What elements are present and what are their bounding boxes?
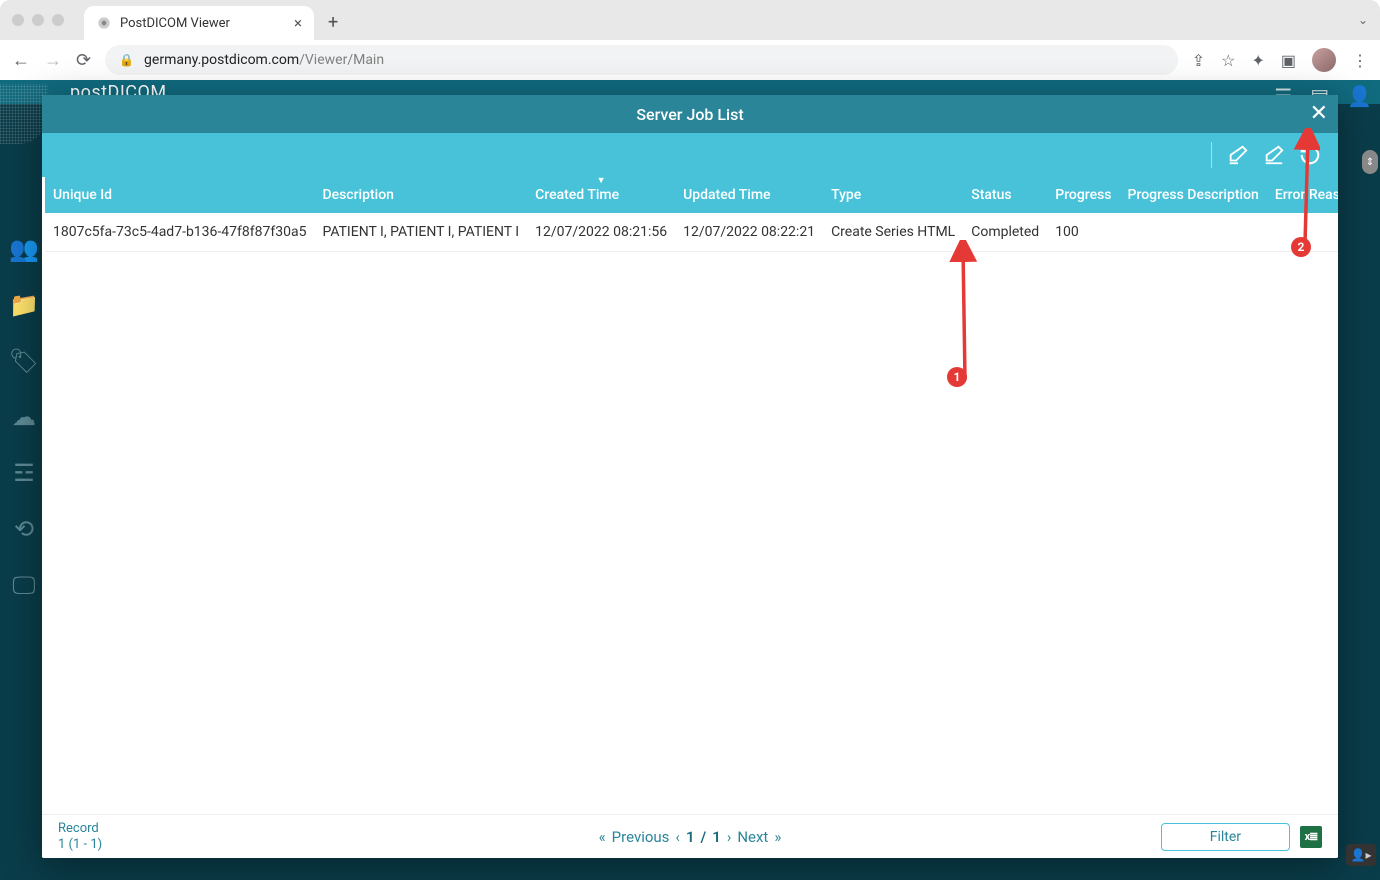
sidebar-tags-icon[interactable]: 🏷: [9, 347, 39, 375]
browser-chrome: PostDICOM Viewer × + ⌄ ← → ⟳ 🔒 germany.p…: [0, 0, 1380, 81]
cell-status: Completed: [963, 213, 1047, 252]
eraser-one-icon[interactable]: [1222, 139, 1254, 171]
page-sep: /: [701, 828, 707, 846]
modal-title: Server Job List: [636, 105, 743, 124]
col-progress[interactable]: Progress: [1047, 177, 1119, 213]
forward-button[interactable]: →: [44, 50, 62, 71]
extensions-icon[interactable]: ✦: [1251, 51, 1264, 70]
cell-updated-time: 12/07/2022 08:22:21: [675, 213, 823, 252]
share-icon[interactable]: ⇪: [1192, 51, 1205, 70]
back-button[interactable]: ←: [12, 50, 30, 71]
sidebar-upload-icon[interactable]: ☁: [12, 403, 36, 431]
server-job-list-modal: Server Job List ✕ Unique Id Description …: [42, 95, 1338, 858]
url-text: germany.postdicom.com/Viewer/Main: [144, 52, 384, 68]
col-updated-time[interactable]: Updated Time: [675, 177, 823, 213]
window-minimize-button[interactable]: [32, 14, 44, 26]
browser-nav-bar: ← → ⟳ 🔒 germany.postdicom.com/Viewer/Mai…: [0, 40, 1380, 80]
excel-export-icon[interactable]: x≣: [1300, 826, 1322, 848]
last-page-button[interactable]: »: [774, 828, 781, 846]
browser-tab[interactable]: PostDICOM Viewer ×: [84, 6, 314, 40]
window-maximize-button[interactable]: [52, 14, 64, 26]
footer-right: Filter x≣: [1161, 823, 1322, 851]
side-widget-icon[interactable]: ⇕: [1362, 150, 1378, 174]
record-range: 1 (1 - 1): [58, 837, 102, 853]
table-header-row: Unique Id Description Created Time Updat…: [45, 177, 1338, 213]
job-table-wrapper: Unique Id Description Created Time Updat…: [42, 177, 1338, 814]
expand-window-icon[interactable]: ⌄: [1358, 13, 1368, 27]
sidebar-worklist-icon[interactable]: ☲: [13, 459, 35, 487]
cell-progress-desc: [1120, 213, 1267, 252]
profile-avatar[interactable]: [1312, 48, 1336, 72]
panel-icon[interactable]: ▣: [1281, 51, 1296, 70]
col-status[interactable]: Status: [963, 177, 1047, 213]
col-unique-id[interactable]: Unique Id: [45, 177, 314, 213]
record-label: Record: [58, 821, 102, 837]
contacts-widget-icon[interactable]: 👤▸: [1346, 844, 1376, 866]
tab-title: PostDICOM Viewer: [120, 16, 230, 31]
page-current: 1: [686, 828, 695, 846]
col-progress-desc[interactable]: Progress Description: [1120, 177, 1267, 213]
cell-created-time: 12/07/2022 08:21:56: [527, 213, 675, 252]
pagination: « Previous ‹ 1 / 1 › Next »: [599, 828, 782, 846]
filter-button[interactable]: Filter: [1161, 823, 1290, 851]
cell-progress: 100: [1047, 213, 1119, 252]
modal-close-button[interactable]: ✕: [1310, 103, 1328, 125]
prev-icon[interactable]: ‹: [675, 828, 680, 846]
window-close-button[interactable]: [12, 14, 24, 26]
url-bar[interactable]: 🔒 germany.postdicom.com/Viewer/Main: [105, 45, 1178, 75]
cell-type: Create Series HTML: [823, 213, 963, 252]
cell-unique-id: 1807c5fa-73c5-4ad7-b136-47f8f87f30a5: [45, 213, 314, 252]
sidebar-monitor-icon[interactable]: 🖵: [12, 571, 35, 599]
eraser-all-icon[interactable]: [1258, 139, 1290, 171]
col-error-reason[interactable]: Error Reason: [1267, 177, 1338, 213]
reload-button[interactable]: ⟳: [76, 50, 91, 71]
menu-icon[interactable]: ⋮: [1352, 51, 1368, 70]
table-row[interactable]: 1807c5fa-73c5-4ad7-b136-47f8f87f30a5 PAT…: [45, 213, 1338, 252]
modal-toolbar: [42, 133, 1338, 177]
modal-header: Server Job List ✕: [42, 95, 1338, 133]
window-controls: PostDICOM Viewer × + ⌄: [0, 0, 1380, 40]
cell-description: PATIENT I, PATIENT I, PATIENT I: [314, 213, 527, 252]
next-page-button[interactable]: Next: [737, 828, 768, 846]
modal-footer: Record 1 (1 - 1) « Previous ‹ 1 / 1 › Ne…: [42, 814, 1338, 858]
tab-close-button[interactable]: ×: [294, 14, 302, 32]
record-info: Record 1 (1 - 1): [58, 821, 102, 852]
nav-right-controls: ⇪ ☆ ✦ ▣ ⋮: [1192, 48, 1368, 72]
next-icon[interactable]: ›: [727, 828, 732, 846]
app-logo-pattern: [0, 84, 48, 144]
col-created-time[interactable]: Created Time: [527, 177, 675, 213]
prev-page-button[interactable]: Previous: [612, 828, 670, 846]
traffic-lights: [12, 14, 64, 26]
app-sidebar: 👥 📁 🏷 ☁ ☲ ⟲ 🖵: [0, 210, 48, 880]
new-tab-button[interactable]: +: [328, 12, 338, 33]
refresh-icon[interactable]: [1294, 139, 1326, 171]
page-total: 1: [712, 828, 721, 846]
col-description[interactable]: Description: [314, 177, 527, 213]
sidebar-sync-icon[interactable]: ⟲: [14, 515, 34, 543]
first-page-button[interactable]: «: [599, 828, 606, 846]
tab-favicon: [96, 15, 112, 31]
cell-error-reason: [1267, 213, 1338, 252]
col-type[interactable]: Type: [823, 177, 963, 213]
job-table: Unique Id Description Created Time Updat…: [45, 177, 1338, 252]
lock-icon: 🔒: [119, 53, 134, 67]
sidebar-users-icon[interactable]: 👥: [9, 235, 39, 263]
bookmark-icon[interactable]: ☆: [1221, 51, 1235, 70]
user-icon[interactable]: 👤: [1347, 84, 1372, 108]
toolbar-divider: [1211, 142, 1212, 168]
sidebar-folder-icon[interactable]: 📁: [9, 291, 39, 319]
